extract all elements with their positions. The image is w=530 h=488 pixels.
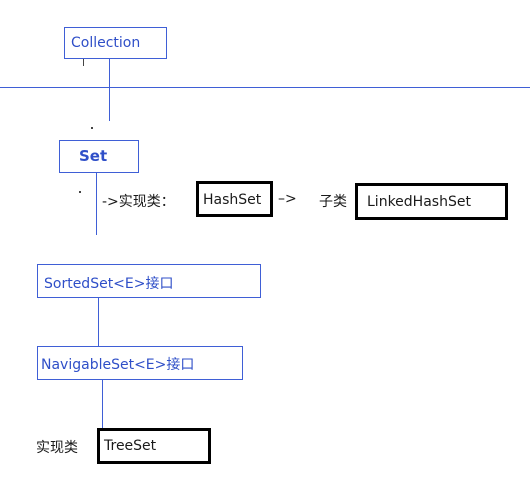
connector-set-sortedset bbox=[96, 173, 97, 235]
treeset-node: TreeSet bbox=[97, 428, 211, 464]
linkedhashset-node: LinkedHashSet bbox=[355, 183, 508, 220]
treeset-label: TreeSet bbox=[104, 438, 157, 454]
sortedset-label: SortedSet<E>接口 bbox=[44, 276, 174, 292]
connector-collection-set bbox=[109, 59, 110, 121]
navigableset-node: NavigableSet<E>接口 bbox=[37, 346, 243, 380]
set-node: Set bbox=[59, 140, 139, 173]
navigableset-label: NavigableSet<E>接口 bbox=[41, 357, 195, 373]
connector-collection-tick bbox=[83, 59, 84, 66]
separator-line bbox=[0, 87, 530, 88]
hashset-label: HashSet bbox=[203, 192, 262, 208]
linkedhashset-label: LinkedHashSet bbox=[367, 194, 471, 210]
collection-node: Collection bbox=[64, 27, 167, 59]
connector-sortedset-navigableset bbox=[98, 298, 99, 347]
hashset-node: HashSet bbox=[196, 181, 273, 217]
stray-dot bbox=[91, 127, 93, 129]
arrow-label: –> bbox=[278, 191, 297, 207]
treeset-prefix-label: 实现类 bbox=[36, 440, 78, 456]
impl-prefix-label: ->实现类： bbox=[102, 194, 175, 210]
connector-navigableset-treeset bbox=[102, 380, 103, 432]
set-label: Set bbox=[79, 147, 108, 165]
stray-dot bbox=[79, 191, 81, 193]
subclass-label: 子类 bbox=[319, 194, 347, 210]
collection-label: Collection bbox=[71, 35, 141, 51]
sortedset-node: SortedSet<E>接口 bbox=[37, 264, 261, 298]
